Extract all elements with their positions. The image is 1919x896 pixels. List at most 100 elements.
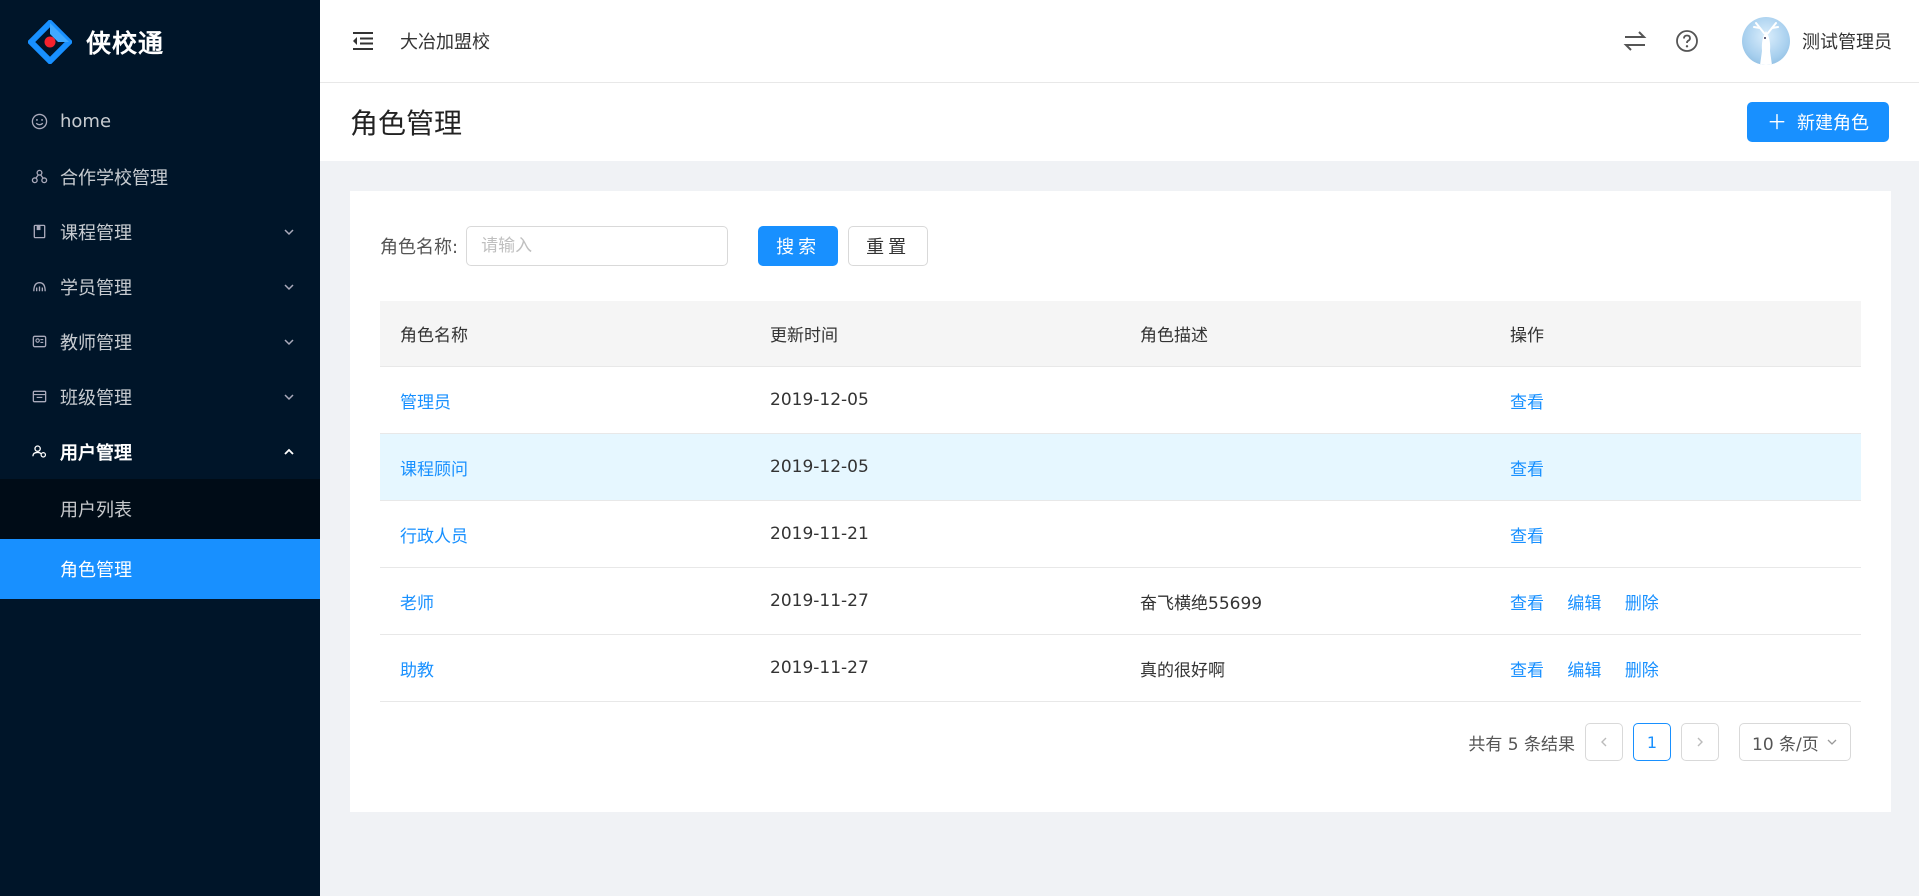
role-name-link[interactable]: 课程顾问 [400,460,468,480]
chevron-up-icon [282,445,296,459]
sidebar-item-partner-schools[interactable]: 合作学校管理 [0,149,320,204]
users-submenu: 用户列表 角色管理 [0,479,320,599]
sidebar: 侠校通 home 合作学校管理 课程管理 学员管理 教师管理 班级管理 用户管理… [0,0,320,896]
chevron-down-icon [282,390,296,404]
sidebar-item-label: 用户管理 [60,442,132,464]
swap-icon[interactable] [1622,28,1648,54]
role-name-label: 角色名称: [380,237,459,258]
actions-cell: 查看 [1490,455,1861,480]
actions-cell: 查看 [1490,388,1861,413]
prev-page-button[interactable] [1585,723,1623,761]
column-header-updated: 更新时间 [770,326,838,346]
view-link[interactable]: 查看 [1510,594,1544,614]
sidebar-item-label: 教师管理 [60,332,132,354]
sidebar-item-home[interactable]: home [0,94,320,149]
chevron-left-icon [1601,737,1607,747]
updated-cell: 2019-12-05 [770,457,869,477]
role-name-input[interactable] [466,226,729,266]
new-role-button[interactable]: ＋ 新建角色 [1747,102,1889,142]
table-row: 老师 2019-11-27 奋飞横绝55699 查看 编辑 删除 [380,568,1861,635]
page-title: 角色管理 [350,107,463,140]
delete-link[interactable]: 删除 [1625,661,1659,681]
updated-cell: 2019-11-27 [770,591,869,611]
sidebar-item-users[interactable]: 用户管理 [0,424,320,479]
edit-link[interactable]: 编辑 [1567,661,1601,681]
table-row: 管理员 2019-12-05 查看 [380,367,1861,434]
updated-cell: 2019-12-05 [770,390,869,410]
reset-button[interactable]: 重置 [848,226,929,266]
schedule-icon [30,388,48,406]
role-name-link[interactable]: 管理员 [400,393,451,413]
role-name-link[interactable]: 老师 [400,594,434,614]
actions-cell: 查看 编辑 删除 [1490,656,1861,681]
next-page-button[interactable] [1681,723,1719,761]
sidebar-item-label: 合作学校管理 [60,167,168,189]
sidebar-subitem-user-list[interactable]: 用户列表 [0,479,320,539]
table-row: 课程顾问 2019-12-05 查看 [380,434,1861,501]
sidebar-item-label: 课程管理 [60,222,132,244]
delete-link[interactable]: 删除 [1625,594,1659,614]
table-header-row: 角色名称 更新时间 角色描述 操作 [380,301,1861,367]
view-link[interactable]: 查看 [1510,460,1544,480]
sidebar-item-students[interactable]: 学员管理 [0,259,320,314]
pagination-total: 共有 5 条结果 [1468,734,1575,755]
sidebar-item-label: 学员管理 [60,277,132,299]
header-actions: 测试管理员 [1622,17,1892,65]
actions-cell: 查看 编辑 删除 [1490,589,1861,614]
column-header-actions: 操作 [1510,326,1544,346]
role-name-link[interactable]: 助教 [400,661,434,681]
column-header-role-name: 角色名称 [400,326,468,346]
school-name[interactable]: 大冶加盟校 [400,28,490,54]
page-size-value: 10 条/页 [1752,734,1819,755]
role-name-link[interactable]: 行政人员 [400,527,468,547]
description-cell: 真的很好啊 [1140,660,1225,681]
page-button-1[interactable]: 1 [1633,723,1671,761]
sidebar-item-courses[interactable]: 课程管理 [0,204,320,259]
book-icon [30,223,48,241]
users-icon [30,443,48,461]
chevron-down-icon [1827,739,1837,745]
chevron-right-icon [1697,737,1703,747]
view-link[interactable]: 查看 [1510,527,1544,547]
new-role-label: 新建角色 [1797,113,1869,134]
page-size-select[interactable]: 10 条/页 [1739,723,1851,761]
view-link[interactable]: 查看 [1510,661,1544,681]
cluster-icon [30,168,48,186]
sidebar-item-classes[interactable]: 班级管理 [0,369,320,424]
sidebar-subitem-role-management[interactable]: 角色管理 [0,539,320,599]
user-name[interactable]: 测试管理员 [1802,28,1892,54]
view-link[interactable]: 查看 [1510,393,1544,413]
chevron-down-icon [282,280,296,294]
sidebar-item-teachers[interactable]: 教师管理 [0,314,320,369]
chevron-down-icon [282,335,296,349]
idcard-icon [30,333,48,351]
pagination: 共有 5 条结果 1 10 条/页 [1468,723,1851,761]
chevron-down-icon [282,225,296,239]
logo-text: 侠校通 [86,29,165,58]
content-card: 角色名称: 搜索 重置 角色名称 更新时间 角色描述 操作 管理员 2019-1… [350,191,1891,812]
roles-table: 角色名称 更新时间 角色描述 操作 管理员 2019-12-05 查看 课程顾问… [380,301,1861,702]
sidebar-item-label: home [60,111,112,132]
table-row: 行政人员 2019-11-21 查看 [380,501,1861,568]
team-icon [30,278,48,296]
logo-icon [26,18,74,66]
menu-fold-icon[interactable] [350,28,376,54]
actions-cell: 查看 [1490,522,1861,547]
search-button[interactable]: 搜索 [758,226,839,266]
updated-cell: 2019-11-21 [770,524,869,544]
plus-icon: ＋ [1767,110,1787,134]
description-cell: 奋飞横绝55699 [1140,593,1263,614]
avatar[interactable] [1742,17,1790,65]
sidebar-menu: home 合作学校管理 课程管理 学员管理 教师管理 班级管理 用户管理 用户列… [0,94,320,599]
search-form: 角色名称: 搜索 重置 [380,226,929,266]
logo[interactable]: 侠校通 [0,0,320,84]
column-header-description: 角色描述 [1140,326,1208,346]
top-header: 大冶加盟校 测试管理员 [320,0,1919,83]
smile-icon [30,113,48,131]
sidebar-item-label: 班级管理 [60,387,132,409]
table-row: 助教 2019-11-27 真的很好啊 查看 编辑 删除 [380,635,1861,702]
page-header: 角色管理 ＋ 新建角色 [320,83,1919,161]
help-icon[interactable] [1674,28,1700,54]
edit-link[interactable]: 编辑 [1567,594,1601,614]
updated-cell: 2019-11-27 [770,658,869,678]
